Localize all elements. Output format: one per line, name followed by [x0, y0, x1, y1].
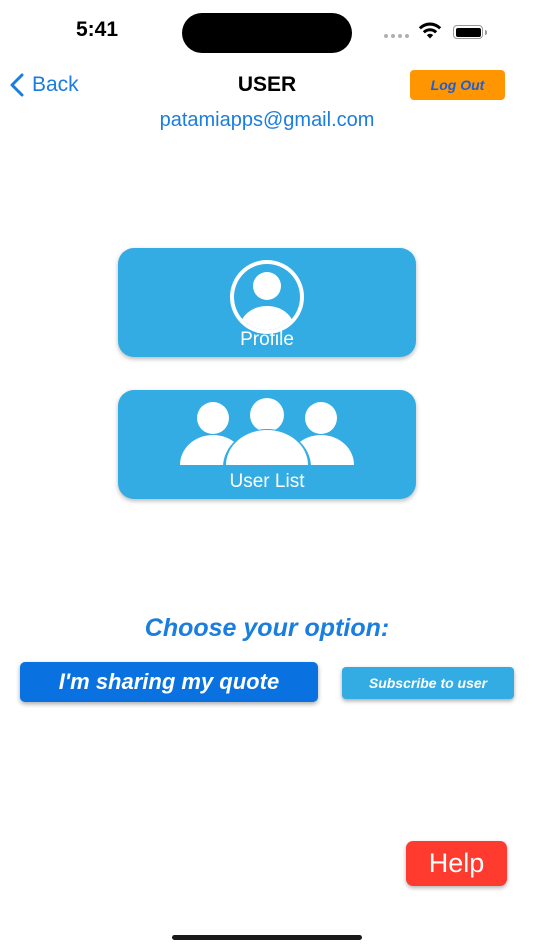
user-email: patamiapps@gmail.com	[159, 109, 375, 131]
profile-label: Profile	[240, 329, 294, 350]
subscribe-button[interactable]: Subscribe to user	[342, 667, 514, 699]
dynamic-island	[182, 13, 352, 53]
share-quote-button[interactable]: I'm sharing my quote	[20, 662, 318, 702]
signal-icon	[384, 34, 409, 38]
help-button[interactable]: Help	[406, 841, 507, 886]
user-group-icon	[118, 396, 416, 468]
battery-icon	[453, 25, 487, 39]
logout-button[interactable]: Log Out	[410, 70, 505, 100]
user-list-button[interactable]: User List	[118, 390, 416, 499]
choose-option-heading: Choose your option:	[144, 614, 390, 642]
home-indicator[interactable]	[172, 935, 362, 940]
profile-icon	[118, 256, 416, 338]
wifi-icon	[418, 22, 442, 45]
profile-button[interactable]: Profile	[118, 248, 416, 357]
user-list-label: User List	[229, 471, 305, 492]
status-time: 5:41	[75, 18, 119, 41]
